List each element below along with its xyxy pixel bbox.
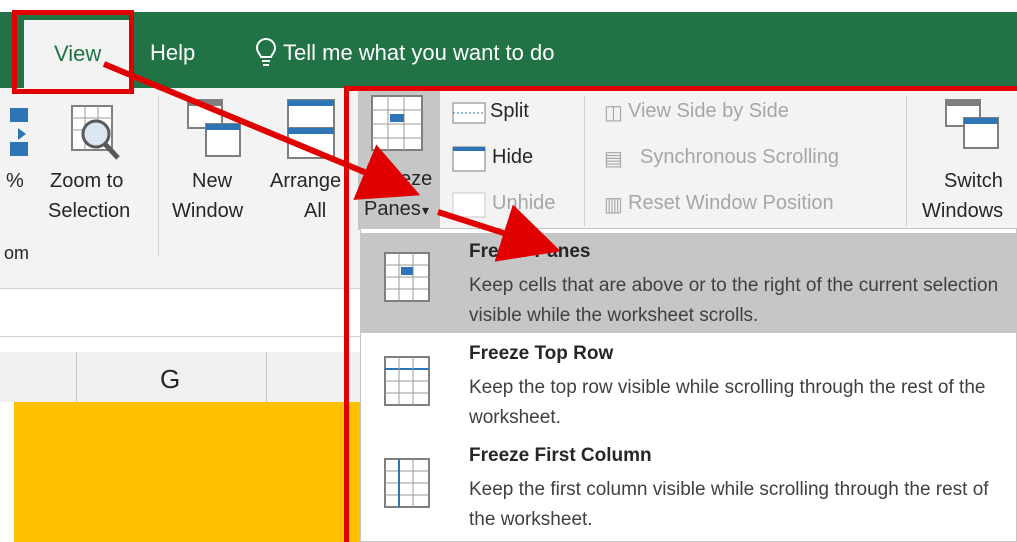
arrow-to-freeze-panes-item xyxy=(437,204,561,262)
arrow-to-freeze-button xyxy=(102,61,421,200)
annotation-arrows xyxy=(102,61,561,262)
